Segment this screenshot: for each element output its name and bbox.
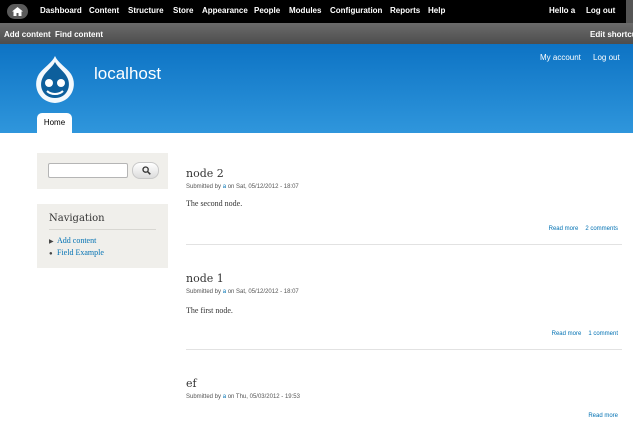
site-header: localhost My account Log out Home (0, 44, 633, 133)
search-icon (142, 166, 151, 175)
nav-item-label[interactable]: Add content (57, 236, 96, 245)
tab-home[interactable]: Home (37, 113, 72, 133)
shortcut-find-content[interactable]: Find content (55, 30, 103, 39)
read-more-link[interactable]: Read more (549, 226, 579, 232)
submitted-prefix: Submitted by (186, 184, 223, 190)
toolbar-logout-link[interactable]: Log out (586, 6, 615, 16)
toolbar-item-store[interactable]: Store (173, 6, 193, 16)
node-submitted: Submitted by a on Thu, 05/03/2012 - 19:5… (186, 393, 300, 401)
submitted-date: on Sat, 05/12/2012 - 18:07 (226, 289, 299, 295)
submitted-prefix: Submitted by (186, 394, 223, 400)
admin-toolbar: Dashboard Content Structure Store Appear… (0, 0, 633, 23)
my-account-link[interactable]: My account (540, 53, 581, 63)
search-input[interactable] (48, 163, 128, 178)
node-teaser: ef Submitted by a on Thu, 05/03/2012 - 1… (186, 377, 622, 427)
toolbar-item-dashboard[interactable]: Dashboard (40, 6, 82, 16)
toolbar-item-structure[interactable]: Structure (128, 6, 164, 16)
header-logout-link[interactable]: Log out (593, 53, 620, 63)
edit-shortcuts-link[interactable]: Edit shortcuts (590, 30, 633, 39)
navigation-block: Navigation ▶ Add content ● Field Example (37, 204, 168, 268)
home-button[interactable] (7, 4, 28, 19)
search-block (37, 153, 168, 189)
triangle-right-icon: ▶ (49, 239, 54, 245)
node-submitted: Submitted by a on Sat, 05/12/2012 - 18:0… (186, 288, 299, 296)
navigation-title: Navigation (49, 213, 105, 224)
node-links: Read more (588, 412, 618, 420)
read-more-link[interactable]: Read more (588, 413, 618, 419)
toolbar-item-help[interactable]: Help (428, 6, 445, 16)
bullet-icon: ● (49, 251, 53, 257)
node-teaser: node 1 Submitted by a on Sat, 05/12/2012… (186, 272, 622, 352)
node-submitted: Submitted by a on Sat, 05/12/2012 - 18:0… (186, 183, 299, 191)
node-title[interactable]: ef (186, 377, 197, 391)
drupal-logo-icon[interactable] (34, 56, 76, 104)
shortcut-add-content[interactable]: Add content (4, 30, 51, 39)
toolbar-toggle[interactable] (626, 0, 633, 23)
toolbar-item-content[interactable]: Content (89, 6, 119, 16)
nav-item-add-content[interactable]: ▶ Add content (49, 236, 96, 247)
toolbar-hello-user[interactable]: Hello a (549, 6, 575, 16)
navigation-divider (49, 229, 156, 230)
node-divider (186, 349, 622, 350)
node-divider (186, 244, 622, 245)
toolbar-item-appearance[interactable]: Appearance (202, 6, 248, 16)
toolbar-item-modules[interactable]: Modules (289, 6, 321, 16)
submitted-date: on Sat, 05/12/2012 - 18:07 (226, 184, 299, 190)
nav-item-label[interactable]: Field Example (57, 248, 104, 257)
submitted-prefix: Submitted by (186, 289, 223, 295)
node-body: The second node. (186, 199, 243, 208)
toolbar-item-people[interactable]: People (254, 6, 280, 16)
comments-link[interactable]: 2 comments (585, 226, 618, 232)
submitted-date: on Thu, 05/03/2012 - 19:53 (226, 394, 300, 400)
node-links: Read more 2 comments (549, 225, 618, 233)
node-teaser: node 2 Submitted by a on Sat, 05/12/2012… (186, 167, 622, 247)
search-button[interactable] (132, 162, 159, 179)
shortcuts-bar: Add content Find content Edit shortcuts (0, 23, 633, 44)
site-name[interactable]: localhost (94, 64, 161, 84)
toolbar-item-reports[interactable]: Reports (390, 6, 420, 16)
nav-item-field-example[interactable]: ● Field Example (49, 248, 104, 259)
home-icon (12, 7, 23, 16)
comments-link[interactable]: 1 comment (588, 331, 618, 337)
node-title[interactable]: node 1 (186, 272, 224, 286)
node-links: Read more 1 comment (552, 330, 618, 338)
toolbar-item-configuration[interactable]: Configuration (330, 6, 382, 16)
node-title[interactable]: node 2 (186, 167, 224, 181)
node-body: The first node. (186, 306, 233, 315)
read-more-link[interactable]: Read more (552, 331, 582, 337)
